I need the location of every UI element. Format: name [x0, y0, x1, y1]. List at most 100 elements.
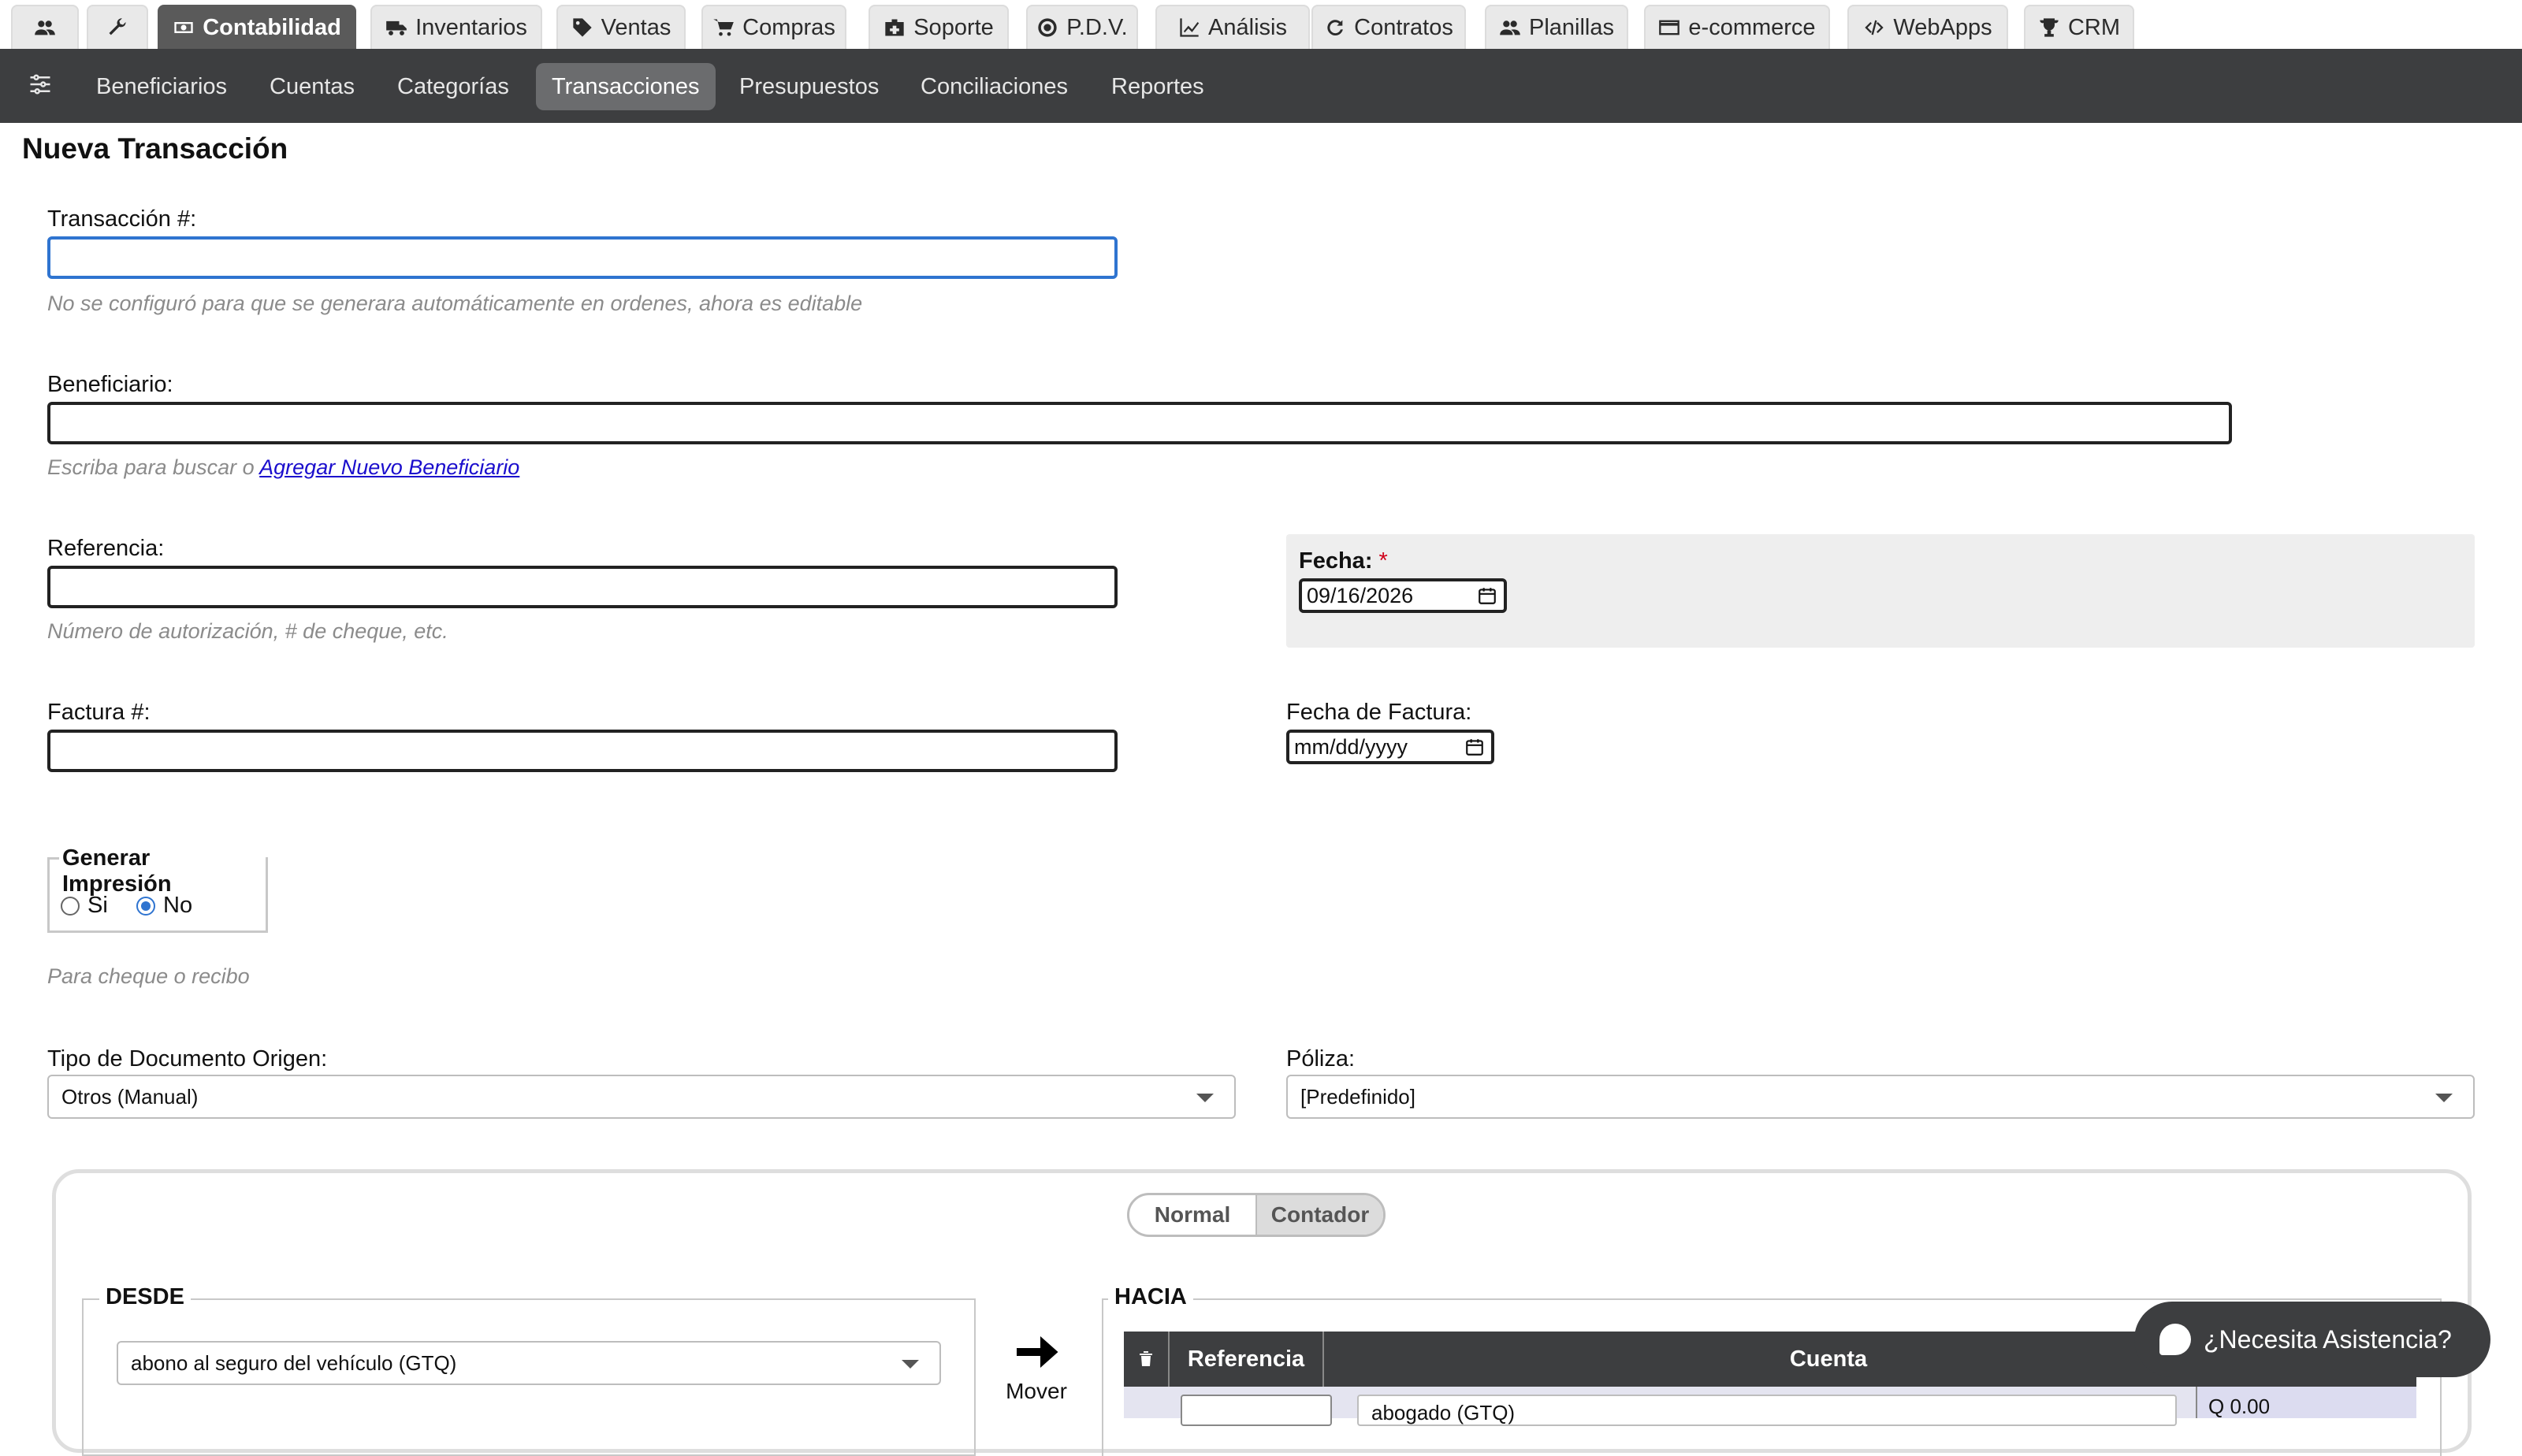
factura-input[interactable]: [47, 730, 1118, 772]
row-cuenta-value: abogado (GTQ): [1371, 1401, 1516, 1424]
tab-settings[interactable]: [87, 5, 148, 49]
fecha-label-text: Fecha:: [1299, 548, 1373, 574]
calendar-icon[interactable]: [1477, 585, 1497, 606]
tab-label: Ventas: [601, 14, 671, 40]
desde-select[interactable]: abono al seguro del vehículo (GTQ): [117, 1341, 941, 1385]
tab-label: Análisis: [1208, 14, 1287, 40]
tag-icon: [572, 18, 592, 37]
transaccion-input[interactable]: [47, 236, 1118, 279]
transaccion-label: Transacción #:: [47, 206, 197, 232]
trophy-icon: [2040, 18, 2059, 37]
module-tab-bar: Contabilidad Inventarios Ventas Compras …: [0, 0, 2522, 49]
mode-toggle[interactable]: Normal Contador: [1127, 1193, 1386, 1237]
row-cuenta-select[interactable]: abogado (GTQ): [1357, 1395, 2177, 1426]
tab-compras[interactable]: Compras: [701, 5, 846, 49]
tab-crm[interactable]: CRM: [2024, 5, 2134, 49]
nav-transacciones[interactable]: Transacciones: [536, 63, 716, 110]
impresion-fieldset: Generar Impresión Si No: [47, 845, 268, 933]
tipo-doc-label: Tipo de Documento Origen:: [47, 1046, 328, 1072]
toggle-normal[interactable]: Normal: [1129, 1195, 1255, 1235]
tab-contratos[interactable]: Contratos: [1311, 5, 1466, 49]
poliza-value: [Predefinido]: [1300, 1085, 1415, 1109]
tipo-doc-value: Otros (Manual): [61, 1085, 199, 1109]
truck-icon: [386, 20, 407, 35]
radio-si-button[interactable]: [61, 896, 80, 916]
desde-legend: DESDE: [99, 1284, 191, 1310]
tab-label: Planillas: [1529, 14, 1614, 40]
desde-value: abono al seguro del vehículo (GTQ): [131, 1351, 457, 1375]
tab-label: WebApps: [1893, 14, 1992, 40]
tab-label: P.D.V.: [1066, 14, 1128, 40]
sliders-icon[interactable]: [28, 72, 52, 96]
nav-cuentas[interactable]: Cuentas: [254, 63, 370, 110]
refresh-icon: [1327, 20, 1344, 36]
arrow-right-icon: [1017, 1336, 1058, 1368]
chevron-down-icon: [1196, 1094, 1214, 1102]
referencia-input[interactable]: [47, 566, 1118, 608]
tab-webapps[interactable]: WebApps: [1847, 5, 2008, 49]
delete-column: [1124, 1332, 1170, 1387]
help-chat-button[interactable]: ¿Necesita Asistencia?: [2134, 1302, 2490, 1377]
row-monto[interactable]: Q 0.00: [2196, 1387, 2416, 1418]
section-nav: Beneficiarios Cuentas Categorías Transac…: [0, 49, 2522, 123]
nav-conciliaciones[interactable]: Conciliaciones: [905, 63, 1084, 110]
beneficiario-input[interactable]: [47, 402, 2232, 444]
tab-ventas[interactable]: Ventas: [556, 5, 686, 49]
cart-icon: [713, 19, 735, 36]
tab-label: Compras: [742, 14, 835, 40]
add-beneficiario-link[interactable]: Agregar Nuevo Beneficiario: [259, 455, 519, 479]
page-title: Nueva Transacción: [22, 132, 288, 165]
credit-card-icon: [1659, 20, 1680, 35]
radio-no[interactable]: No: [136, 893, 192, 919]
tab-contabilidad[interactable]: Contabilidad: [158, 5, 356, 49]
impresion-help: Para cheque o recibo: [47, 964, 250, 988]
row-referencia-input[interactable]: [1181, 1395, 1332, 1426]
code-icon: [1865, 20, 1884, 35]
poliza-select[interactable]: [Predefinido]: [1286, 1075, 2475, 1119]
referencia-help: Número de autorización, # de cheque, etc…: [47, 619, 448, 643]
tab-analisis[interactable]: Análisis: [1155, 5, 1310, 49]
nav-beneficiarios[interactable]: Beneficiarios: [80, 63, 243, 110]
wrench-icon: [109, 18, 126, 35]
users-icon: [1500, 20, 1520, 35]
nav-reportes[interactable]: Reportes: [1095, 63, 1220, 110]
fecha-date-input[interactable]: 09/16/2026: [1299, 578, 1507, 613]
tipo-doc-select[interactable]: Otros (Manual): [47, 1075, 1236, 1119]
money-icon: [174, 22, 193, 33]
transaccion-help: No se configuró para que se generara aut…: [47, 292, 863, 315]
radio-no-label: No: [163, 893, 193, 918]
tab-users[interactable]: [11, 5, 79, 49]
mover-button[interactable]: Mover: [1001, 1328, 1072, 1404]
toggle-contador[interactable]: Contador: [1255, 1195, 1383, 1235]
table-row: abogado (GTQ) Q 0.00: [1124, 1387, 2416, 1426]
chart-line-icon: [1180, 18, 1200, 37]
referencia-label: Referencia:: [47, 536, 165, 561]
fecha-factura-label: Fecha de Factura:: [1286, 700, 1472, 725]
beneficiario-help-text: Escriba para buscar o: [47, 455, 255, 479]
tab-soporte[interactable]: Soporte: [869, 5, 1009, 49]
trash-icon: [1140, 1351, 1152, 1366]
factura-label: Factura #:: [47, 700, 151, 725]
fecha-factura-input[interactable]: mm/dd/yyyy: [1286, 730, 1494, 764]
chat-bubble-icon: [2159, 1324, 2191, 1355]
impresion-legend: Generar Impresión: [59, 845, 266, 897]
radio-si-label: Si: [87, 893, 108, 918]
nav-categorias[interactable]: Categorías: [381, 63, 525, 110]
tab-label: e-commerce: [1688, 14, 1816, 40]
tab-ecommerce[interactable]: e-commerce: [1644, 5, 1830, 49]
radio-no-button[interactable]: [136, 896, 155, 916]
tab-inventarios[interactable]: Inventarios: [370, 5, 542, 49]
tab-label: Contabilidad: [203, 14, 341, 40]
nav-presupuestos[interactable]: Presupuestos: [723, 63, 895, 110]
radio-si[interactable]: Si: [61, 893, 108, 919]
beneficiario-help: Escriba para buscar o Agregar Nuevo Bene…: [47, 455, 519, 480]
tab-label: Inventarios: [415, 14, 527, 40]
desde-group: DESDE abono al seguro del vehículo (GTQ): [82, 1284, 976, 1456]
target-icon: [1038, 18, 1057, 37]
tab-planillas[interactable]: Planillas: [1485, 5, 1628, 49]
poliza-label: Póliza:: [1286, 1046, 1356, 1072]
users-icon: [35, 20, 55, 35]
tab-pdv[interactable]: P.D.V.: [1026, 5, 1138, 49]
fecha-factura-value: mm/dd/yyyy: [1294, 735, 1408, 759]
calendar-icon[interactable]: [1464, 737, 1485, 757]
